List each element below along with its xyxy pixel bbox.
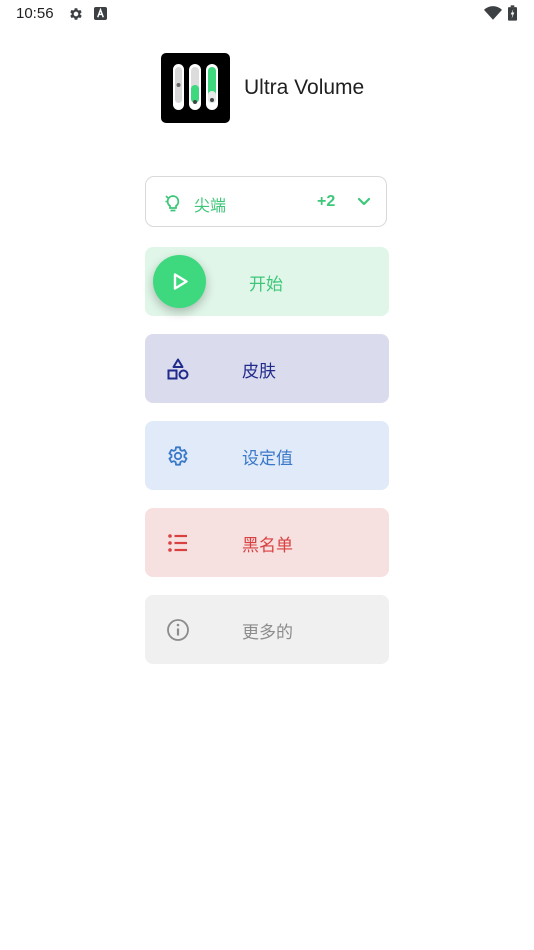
settings-label: 设定值 xyxy=(242,449,293,469)
start-label: 开始 xyxy=(249,275,283,295)
chevron-down-icon xyxy=(358,197,370,206)
skins-button[interactable]: 皮肤 xyxy=(145,334,389,403)
play-icon xyxy=(173,273,188,290)
info-icon xyxy=(167,619,189,641)
app-title: Ultra Volume xyxy=(244,76,365,99)
play-fab-button[interactable] xyxy=(153,255,206,308)
gear-icon xyxy=(168,446,188,466)
profile-extra-count: +2 xyxy=(317,193,336,210)
shapes-icon xyxy=(167,358,189,380)
a-notification-icon xyxy=(94,7,107,20)
wifi-icon xyxy=(484,6,502,20)
status-time: 10:56 xyxy=(16,5,54,22)
profile-selector-label: 尖端 xyxy=(194,196,227,215)
blacklist-button[interactable]: 黑名单 xyxy=(145,508,389,577)
battery-charging-icon xyxy=(508,5,517,21)
more-label: 更多的 xyxy=(242,623,293,643)
volume-sliders-logo-icon xyxy=(161,53,230,123)
blacklist-label: 黑名单 xyxy=(242,536,293,556)
list-icon xyxy=(168,534,187,552)
status-bar: 10:56 xyxy=(0,0,534,28)
settings-button[interactable]: 设定值 xyxy=(145,421,389,490)
skins-label: 皮肤 xyxy=(242,362,276,382)
more-button[interactable]: 更多的 xyxy=(145,595,389,664)
app-header: Ultra Volume xyxy=(161,53,364,123)
gear-icon xyxy=(70,8,82,20)
lightbulb-icon xyxy=(165,195,180,212)
start-button[interactable]: 开始 xyxy=(145,247,389,316)
profile-selector-dropdown[interactable]: 尖端 +2 xyxy=(145,176,387,227)
